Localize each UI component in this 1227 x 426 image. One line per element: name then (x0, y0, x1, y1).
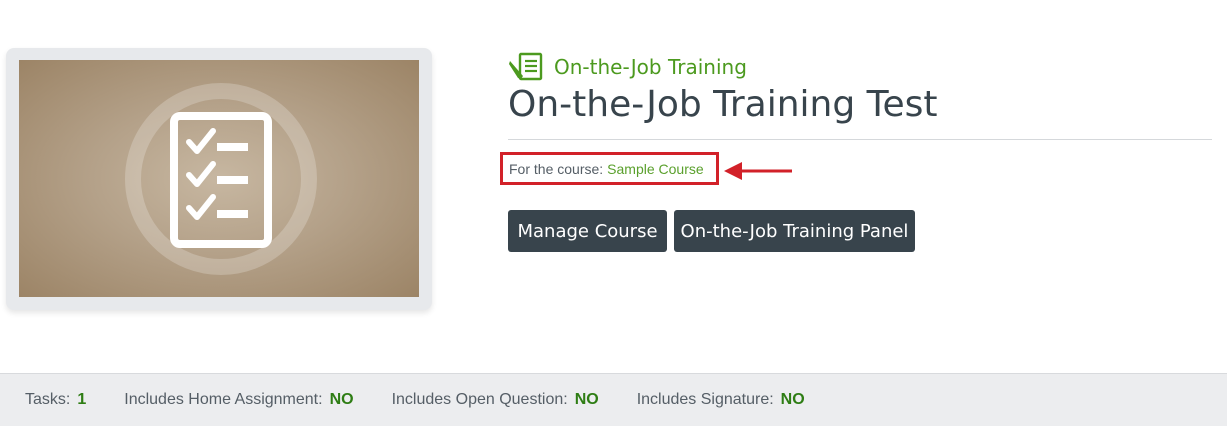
checklist-icon (125, 83, 317, 275)
signature-info: Includes Signature: NO (637, 391, 805, 409)
document-pencil-icon (509, 52, 543, 81)
course-link-highlight-box: For the course: Sample Course (500, 152, 719, 185)
tasks-label: Tasks: (25, 391, 71, 408)
category-row: On-the-Job Training (508, 52, 747, 82)
open-question-label: Includes Open Question: (391, 391, 568, 408)
home-assignment-info: Includes Home Assignment: NO (124, 391, 353, 409)
training-panel-button[interactable]: On-the-Job Training Panel (674, 210, 915, 252)
course-link[interactable]: Sample Course (607, 161, 704, 177)
signature-value: NO (780, 391, 805, 408)
home-assignment-value: NO (329, 391, 354, 408)
course-prefix-label: For the course: (509, 160, 604, 177)
tasks-info: Tasks: 1 (25, 391, 86, 409)
home-assignment-label: Includes Home Assignment: (124, 391, 323, 408)
red-arrow-icon (724, 162, 792, 180)
page-title: On-the-Job Training Test (508, 84, 938, 125)
info-bar: Tasks: 1 Includes Home Assignment: NO In… (0, 373, 1227, 426)
page: On-the-Job Training On-the-Job Training … (0, 0, 1227, 426)
manage-course-button[interactable]: Manage Course (508, 210, 667, 252)
open-question-value: NO (574, 391, 599, 408)
tasks-value: 1 (77, 391, 87, 408)
open-question-info: Includes Open Question: NO (392, 391, 599, 409)
signature-label: Includes Signature: (636, 391, 774, 408)
course-thumbnail-card (6, 48, 432, 310)
title-divider (508, 139, 1212, 140)
category-label: On-the-Job Training (554, 55, 747, 79)
course-thumbnail-image (19, 60, 419, 297)
